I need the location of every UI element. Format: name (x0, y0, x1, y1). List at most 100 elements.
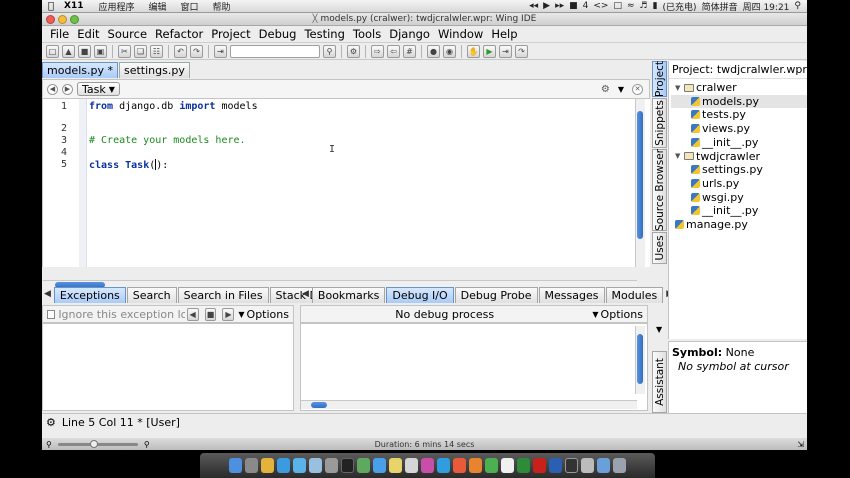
side-panel-menu-icon[interactable]: ▼ (656, 325, 662, 334)
launchpad-icon[interactable] (245, 458, 258, 473)
editor-vertical-scrollbar[interactable] (635, 99, 645, 267)
save-all-icon[interactable]: ▣ (94, 44, 107, 58)
tab-search-in-files[interactable]: Search in Files (177, 287, 269, 303)
paste-icon[interactable]: ☷ (150, 44, 163, 58)
undo-icon[interactable]: ↶ (174, 44, 187, 58)
mail-icon[interactable] (309, 458, 322, 473)
project-folder[interactable]: ▼ twdjcrawler (671, 150, 807, 163)
tabs-left-arrow-icon[interactable]: ◀ (42, 289, 53, 299)
acrobat-icon[interactable] (533, 458, 546, 473)
mac-menu-apps[interactable]: 应用程序 (91, 0, 141, 13)
exception-prev-icon[interactable]: ◀ (186, 307, 199, 321)
menu-source[interactable]: Source (104, 27, 152, 41)
side-tab-source-browser[interactable]: Source Browser (652, 149, 667, 231)
tab-search[interactable]: Search (126, 287, 177, 303)
menu-file[interactable]: File (46, 27, 73, 41)
step-into-icon[interactable]: ⇥ (499, 44, 512, 58)
adobe-icon[interactable]: ■ (569, 1, 578, 11)
spotlight-icon[interactable]: ⚲ (794, 1, 801, 11)
indent-right-icon[interactable]: ⇨ (371, 44, 384, 58)
firefox-icon[interactable] (469, 458, 482, 473)
fold-margin[interactable] (79, 99, 87, 267)
word-icon[interactable] (549, 458, 562, 473)
itunes-icon[interactable] (421, 458, 434, 473)
stop-hand-icon[interactable]: ✋ (467, 44, 480, 58)
exception-next-icon[interactable]: ▶ (222, 307, 235, 321)
debug-horizontal-scrollbar[interactable] (301, 400, 637, 409)
menu-django[interactable]: Django (385, 27, 434, 41)
forward-icon[interactable]: ▸▸ (555, 1, 564, 11)
debug-horizontal-scroll-thumb[interactable] (311, 402, 327, 408)
comment-icon[interactable]: # (403, 44, 416, 58)
editor-menu-icon[interactable]: ▼ (618, 85, 624, 94)
editor-vertical-scroll-thumb[interactable] (637, 111, 643, 239)
run-icon[interactable]: ▶ (483, 44, 496, 58)
settings-icon[interactable]: ⚙ (46, 416, 56, 429)
code-icon[interactable]: <> (593, 1, 608, 11)
code-editor[interactable]: 1 2 3 4 5 from django.db import models #… (42, 99, 650, 289)
menu-project[interactable]: Project (207, 27, 254, 41)
indent-left-icon[interactable]: ⇦ (387, 44, 400, 58)
input-method[interactable]: 简体拼音 (702, 0, 738, 13)
editor-options-icon[interactable]: ⚙ (601, 84, 610, 95)
debug-vertical-scrollbar[interactable] (635, 326, 645, 394)
expand-triangle-icon[interactable]: ▼ (675, 84, 682, 92)
tab-debug-probe[interactable]: Debug Probe (454, 287, 538, 303)
project-folder[interactable]: ▼ cralwer (671, 81, 807, 94)
cut-icon[interactable]: ✂ (118, 44, 131, 58)
copy-icon[interactable]: ❏ (134, 44, 147, 58)
trash-icon[interactable] (613, 458, 626, 473)
app-store-icon[interactable] (373, 458, 386, 473)
side-tab-snippets[interactable]: Snippets (652, 98, 667, 148)
debug-io-output[interactable] (300, 323, 648, 411)
terminal-icon[interactable] (341, 458, 354, 473)
browser-icon[interactable] (453, 458, 466, 473)
menu-debug[interactable]: Debug (255, 27, 301, 41)
side-tab-assistant[interactable]: Assistant (652, 351, 667, 413)
menu-testing[interactable]: Testing (300, 27, 348, 41)
step-over-icon[interactable]: ↷ (515, 44, 528, 58)
chat-icon[interactable] (277, 458, 290, 473)
clock[interactable]: 周四 19:21 (743, 0, 790, 13)
editor-tab-settings[interactable]: settings.py (118, 62, 190, 78)
python-shell-icon[interactable]: ● (427, 44, 440, 58)
project-file[interactable]: models.py (671, 94, 807, 108)
display-icon[interactable]: □ (613, 1, 622, 11)
music-icon[interactable] (405, 458, 418, 473)
project-file[interactable]: manage.py (671, 218, 807, 231)
apple-icon[interactable]:  (42, 1, 60, 12)
project-file[interactable]: urls.py (671, 177, 807, 190)
tab-modules[interactable]: Modules (605, 287, 664, 303)
new-file-icon[interactable]: □ (46, 44, 59, 58)
qq-icon[interactable] (437, 458, 450, 473)
debug-icon[interactable]: ◉ (443, 44, 456, 58)
side-tab-project[interactable]: Project (652, 61, 667, 97)
mac-menu-edit[interactable]: 编辑 (141, 0, 173, 13)
project-file[interactable]: settings.py (671, 163, 807, 176)
battery-icon[interactable]: ▮ (653, 1, 658, 11)
preview-icon[interactable] (581, 458, 594, 473)
project-file[interactable]: views.py (671, 122, 807, 135)
project-file[interactable]: tests.py (671, 108, 807, 121)
project-file[interactable]: __init__.py (671, 204, 807, 217)
excel-icon[interactable] (517, 458, 530, 473)
editor-tab-models[interactable]: models.py * (42, 62, 118, 78)
menu-window[interactable]: Window (434, 27, 487, 41)
safari-icon[interactable] (293, 458, 306, 473)
side-tab-uses[interactable]: Uses (652, 232, 667, 264)
dashboard-icon[interactable] (261, 458, 274, 473)
save-icon[interactable]: ■ (78, 44, 91, 58)
chrome-icon[interactable] (485, 458, 498, 473)
expand-triangle-icon[interactable]: ▼ (675, 152, 682, 160)
redo-icon[interactable]: ↷ (190, 44, 203, 58)
tab-bookmarks[interactable]: Bookmarks (311, 287, 386, 303)
downloads-icon[interactable] (597, 458, 610, 473)
menu-refactor[interactable]: Refactor (151, 27, 207, 41)
forward-icon[interactable]: ▶ (62, 83, 73, 95)
search-icon[interactable]: ⚲ (323, 44, 336, 58)
photo-icon[interactable] (357, 458, 370, 473)
project-file[interactable]: wsgi.py (671, 191, 807, 204)
x11-dock-icon[interactable] (565, 458, 578, 473)
notes-icon[interactable] (389, 458, 402, 473)
tab-debug-io[interactable]: Debug I/O (386, 287, 454, 303)
